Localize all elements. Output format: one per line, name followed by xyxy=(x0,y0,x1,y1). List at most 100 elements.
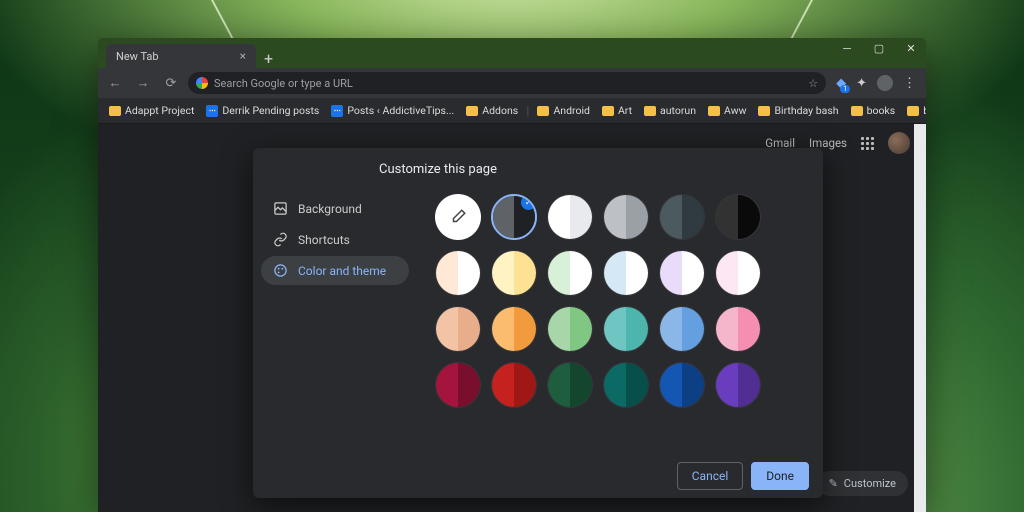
address-placeholder: Search Google or type a URL xyxy=(214,77,353,90)
folder-icon xyxy=(466,106,478,116)
color-swatch[interactable] xyxy=(715,362,761,408)
bookmark-item[interactable]: Addons xyxy=(461,101,523,120)
bookmark-item[interactable]: books xyxy=(846,101,901,120)
color-swatch[interactable] xyxy=(603,306,649,352)
bookmark-label: Art xyxy=(618,104,632,117)
color-swatch[interactable] xyxy=(659,362,705,408)
scrollbar[interactable] xyxy=(914,124,926,512)
color-swatch[interactable] xyxy=(715,194,761,240)
menu-icon[interactable]: ⋮ xyxy=(903,76,916,91)
bookmark-label: brochure xyxy=(923,104,926,117)
reload-button[interactable]: ⟳ xyxy=(160,72,182,94)
bookmark-item[interactable]: Android xyxy=(532,101,595,120)
bookmark-item[interactable]: Birthday bash xyxy=(753,101,843,120)
toolbar: ← → ⟳ Search Google or type a URL ☆ ◆ ✦ … xyxy=(98,68,926,98)
profile-icon[interactable] xyxy=(877,75,893,91)
color-swatch[interactable] xyxy=(603,194,649,240)
folder-icon xyxy=(602,106,614,116)
address-bar[interactable]: Search Google or type a URL ☆ xyxy=(188,72,826,94)
dialog-footer: Cancel Done xyxy=(253,454,823,498)
dialog-main: ✓ xyxy=(417,166,823,454)
color-swatch[interactable] xyxy=(659,194,705,240)
folder-icon xyxy=(758,106,770,116)
color-swatch[interactable]: ✓ xyxy=(491,194,537,240)
nav-label: Shortcuts xyxy=(298,233,350,247)
folder-icon xyxy=(851,106,863,116)
nav-item-background[interactable]: Background xyxy=(261,194,409,223)
bookmark-item[interactable]: ⋯ Derrik Pending posts xyxy=(201,101,324,120)
back-button[interactable]: ← xyxy=(104,72,126,94)
palette-icon xyxy=(273,263,288,278)
minimize-icon[interactable]: ─ xyxy=(838,42,856,55)
bookmark-label: Adappt Project xyxy=(125,104,194,117)
color-swatch[interactable] xyxy=(603,362,649,408)
title-bar: New Tab × + ─ ▢ ✕ xyxy=(98,38,926,68)
folder-icon xyxy=(644,106,656,116)
nav-item-color-and-theme[interactable]: Color and theme xyxy=(261,256,409,285)
dialog-sidebar: Background Shortcuts Color and theme xyxy=(253,166,417,454)
bookmark-item[interactable]: ⋯ Posts ‹ AddictiveTips... xyxy=(326,101,459,120)
nav-label: Background xyxy=(298,202,362,216)
background-icon xyxy=(273,201,288,216)
bookmark-label: Posts ‹ AddictiveTips... xyxy=(347,104,454,117)
google-icon xyxy=(196,77,208,89)
bookmark-label: Birthday bash xyxy=(774,104,838,117)
page-content: Gmail Images ✎ Customize Customize this … xyxy=(98,124,926,512)
color-swatch[interactable] xyxy=(491,306,537,352)
forward-button[interactable]: → xyxy=(132,72,154,94)
bookmark-label: books xyxy=(867,104,896,117)
color-picker-swatch[interactable] xyxy=(435,194,481,240)
color-swatch[interactable] xyxy=(491,250,537,296)
color-swatch[interactable] xyxy=(659,250,705,296)
dialog-title: Customize this page xyxy=(253,162,497,191)
folder-icon xyxy=(109,106,121,116)
bookmark-item[interactable]: Adappt Project xyxy=(104,101,199,120)
color-swatch[interactable] xyxy=(547,250,593,296)
color-swatch[interactable] xyxy=(603,250,649,296)
cancel-button[interactable]: Cancel xyxy=(677,462,744,490)
account-avatar[interactable] xyxy=(888,132,910,154)
close-tab-icon[interactable]: × xyxy=(240,49,246,63)
bookmark-item[interactable]: Art xyxy=(597,101,637,120)
color-swatch[interactable] xyxy=(547,362,593,408)
folder-icon xyxy=(708,106,720,116)
site-icon: ⋯ xyxy=(331,105,343,117)
link-icon xyxy=(273,232,288,247)
tab-title: New Tab xyxy=(116,50,159,63)
extension-icon[interactable]: ◆ xyxy=(836,76,846,91)
color-swatch[interactable] xyxy=(715,250,761,296)
pencil-icon: ✎ xyxy=(829,477,838,490)
check-icon: ✓ xyxy=(521,195,536,210)
color-swatch[interactable] xyxy=(547,306,593,352)
customize-button[interactable]: ✎ Customize xyxy=(817,471,908,496)
browser-tab[interactable]: New Tab × xyxy=(106,44,256,68)
maximize-icon[interactable]: ▢ xyxy=(870,42,888,55)
color-swatch[interactable] xyxy=(547,194,593,240)
bookmark-item[interactable]: autorun xyxy=(639,101,701,120)
color-swatch[interactable] xyxy=(435,250,481,296)
extensions-menu-icon[interactable]: ✦ xyxy=(856,76,867,91)
color-swatch[interactable] xyxy=(491,362,537,408)
bookmark-item[interactable]: Aww xyxy=(703,101,751,120)
nav-label: Color and theme xyxy=(298,264,386,278)
apps-icon[interactable] xyxy=(861,137,874,150)
bookmark-label: Derrik Pending posts xyxy=(222,104,319,117)
color-swatch[interactable] xyxy=(435,306,481,352)
close-window-icon[interactable]: ✕ xyxy=(902,42,920,55)
new-tab-button[interactable]: + xyxy=(256,49,281,68)
bookmarks-bar: Adappt Project ⋯ Derrik Pending posts ⋯ Post… xyxy=(98,98,926,124)
browser-window: New Tab × + ─ ▢ ✕ ← → ⟳ Search Google or… xyxy=(98,38,926,512)
customize-dialog: Customize this page Background Shortcuts C… xyxy=(253,148,823,498)
bookmark-label: Aww xyxy=(724,104,746,117)
done-button[interactable]: Done xyxy=(751,462,809,490)
color-swatch[interactable] xyxy=(659,306,705,352)
star-icon[interactable]: ☆ xyxy=(808,77,818,90)
bookmark-item[interactable]: brochure xyxy=(902,101,926,120)
nav-item-shortcuts[interactable]: Shortcuts xyxy=(261,225,409,254)
color-swatch[interactable] xyxy=(435,362,481,408)
folder-icon xyxy=(907,106,919,116)
color-swatch[interactable] xyxy=(715,306,761,352)
customize-label: Customize xyxy=(844,477,896,490)
bookmark-label: Addons xyxy=(482,104,518,117)
site-icon: ⋯ xyxy=(206,105,218,117)
